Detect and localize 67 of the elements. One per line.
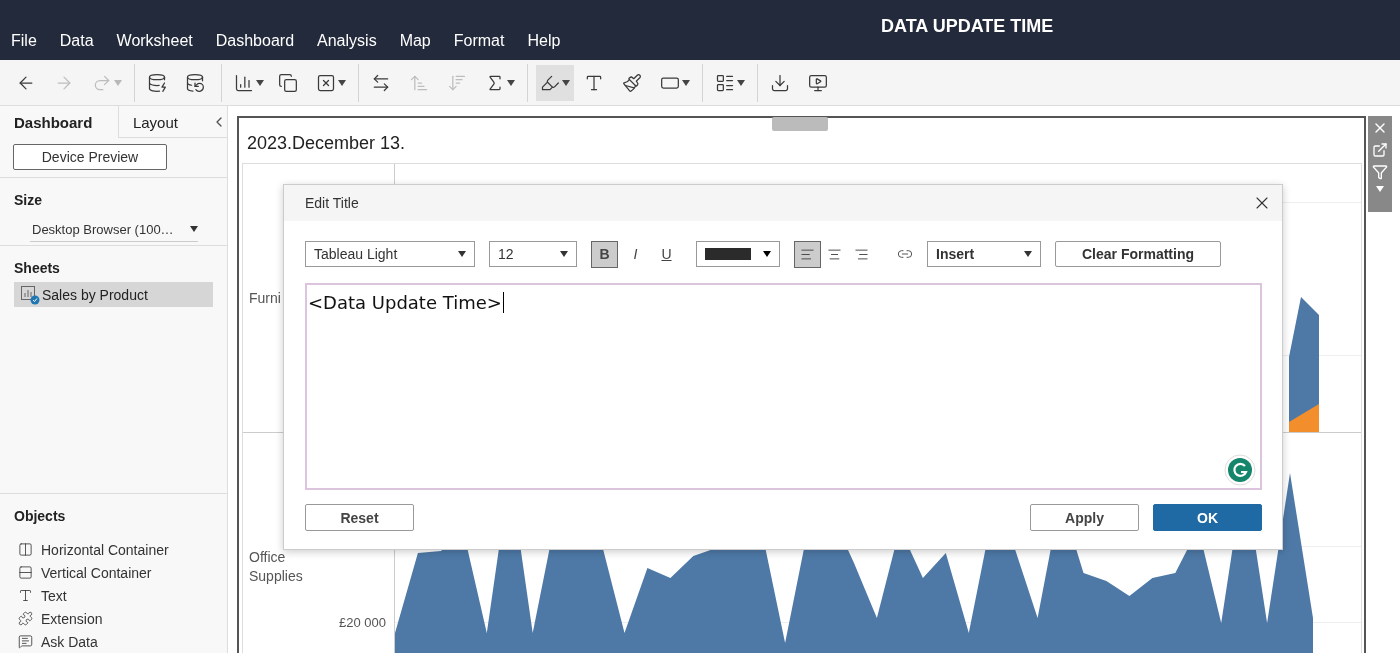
row-label: Furni <box>249 289 281 308</box>
section-heading: Sheets <box>14 260 61 277</box>
menu-item[interactable]: Analysis <box>317 32 377 50</box>
section-heading: Size <box>14 191 43 208</box>
caret-icon <box>560 251 568 257</box>
color-dropdown[interactable] <box>696 241 780 267</box>
caret-icon <box>737 79 745 86</box>
sheet-icon <box>20 284 40 305</box>
align-left-button[interactable] <box>794 240 821 268</box>
reset-button[interactable]: Reset <box>305 504 414 531</box>
banner-title: DATA UPDATE TIME <box>881 16 1054 37</box>
external-link-icon[interactable] <box>1372 142 1388 158</box>
caret-icon <box>458 251 466 257</box>
menu-item[interactable]: Dashboard <box>215 32 295 50</box>
bold-button[interactable]: B <box>591 240 618 268</box>
caret-icon <box>682 79 690 86</box>
caret-icon <box>1376 186 1384 192</box>
menu-item[interactable]: File <box>11 32 37 50</box>
align-left-icon <box>800 246 815 262</box>
size-dropdown[interactable]: 12 <box>489 241 577 267</box>
puzzle-icon <box>18 611 33 626</box>
align-right-icon <box>854 246 869 262</box>
caret-icon <box>507 79 515 86</box>
menu-item[interactable]: Map <box>399 32 431 50</box>
caret-icon <box>562 79 570 86</box>
columns-icon <box>18 542 33 557</box>
clear-formatting-button[interactable]: Clear Formatting <box>1055 241 1221 267</box>
chat-icon <box>18 634 33 649</box>
assistant-badge-icon[interactable] <box>1224 454 1256 486</box>
size-dropdown[interactable]: Desktop Browser (100… <box>30 219 198 242</box>
caret-icon <box>190 226 198 233</box>
caret-icon <box>114 79 122 86</box>
underline-button[interactable]: U <box>653 240 680 268</box>
object-item[interactable]: Ask Data <box>14 630 227 653</box>
font-dropdown[interactable]: Tableau Light <box>305 241 475 267</box>
caret-icon <box>338 79 346 86</box>
sheet-item[interactable]: Sales by Product <box>14 282 213 308</box>
sidebar-tab[interactable]: Layout <box>117 106 211 139</box>
dialog-title: Edit Title <box>305 195 359 211</box>
italic-button[interactable]: I <box>622 240 649 268</box>
axis-tick: £20 000 <box>339 615 386 630</box>
caret-icon <box>1024 251 1032 257</box>
object-item[interactable]: Horizontal Container <box>14 538 227 561</box>
dashboard-title: 2023.December 13. <box>247 133 406 153</box>
filter-icon[interactable] <box>1372 164 1388 180</box>
text-icon <box>18 588 33 603</box>
menu-item[interactable]: Data <box>59 32 94 50</box>
insert-dropdown[interactable]: Insert <box>927 241 1041 267</box>
ok-button[interactable]: OK <box>1153 504 1262 531</box>
apply-button[interactable]: Apply <box>1030 504 1139 531</box>
color-swatch <box>705 248 751 260</box>
object-item[interactable]: Text <box>14 584 227 607</box>
caret-icon <box>256 79 264 86</box>
menu-item[interactable]: Help <box>527 32 561 50</box>
row-label: Office Supplies <box>249 548 304 586</box>
highlight-button[interactable] <box>536 64 574 101</box>
menu-item[interactable]: Worksheet <box>116 32 193 50</box>
object-item[interactable]: Extension <box>14 607 227 630</box>
object-item[interactable]: Vertical Container <box>14 561 227 584</box>
align-center-icon <box>827 246 842 262</box>
device-preview-button[interactable]: Device Preview <box>13 144 167 171</box>
section-heading: Objects <box>14 508 67 524</box>
menu-item[interactable]: Format <box>453 32 505 50</box>
drag-handle[interactable] <box>772 117 828 131</box>
caret-icon <box>763 251 771 257</box>
rows-icon <box>18 565 33 580</box>
title-editor-field[interactable]: <Data Update Time> <box>305 283 1262 490</box>
